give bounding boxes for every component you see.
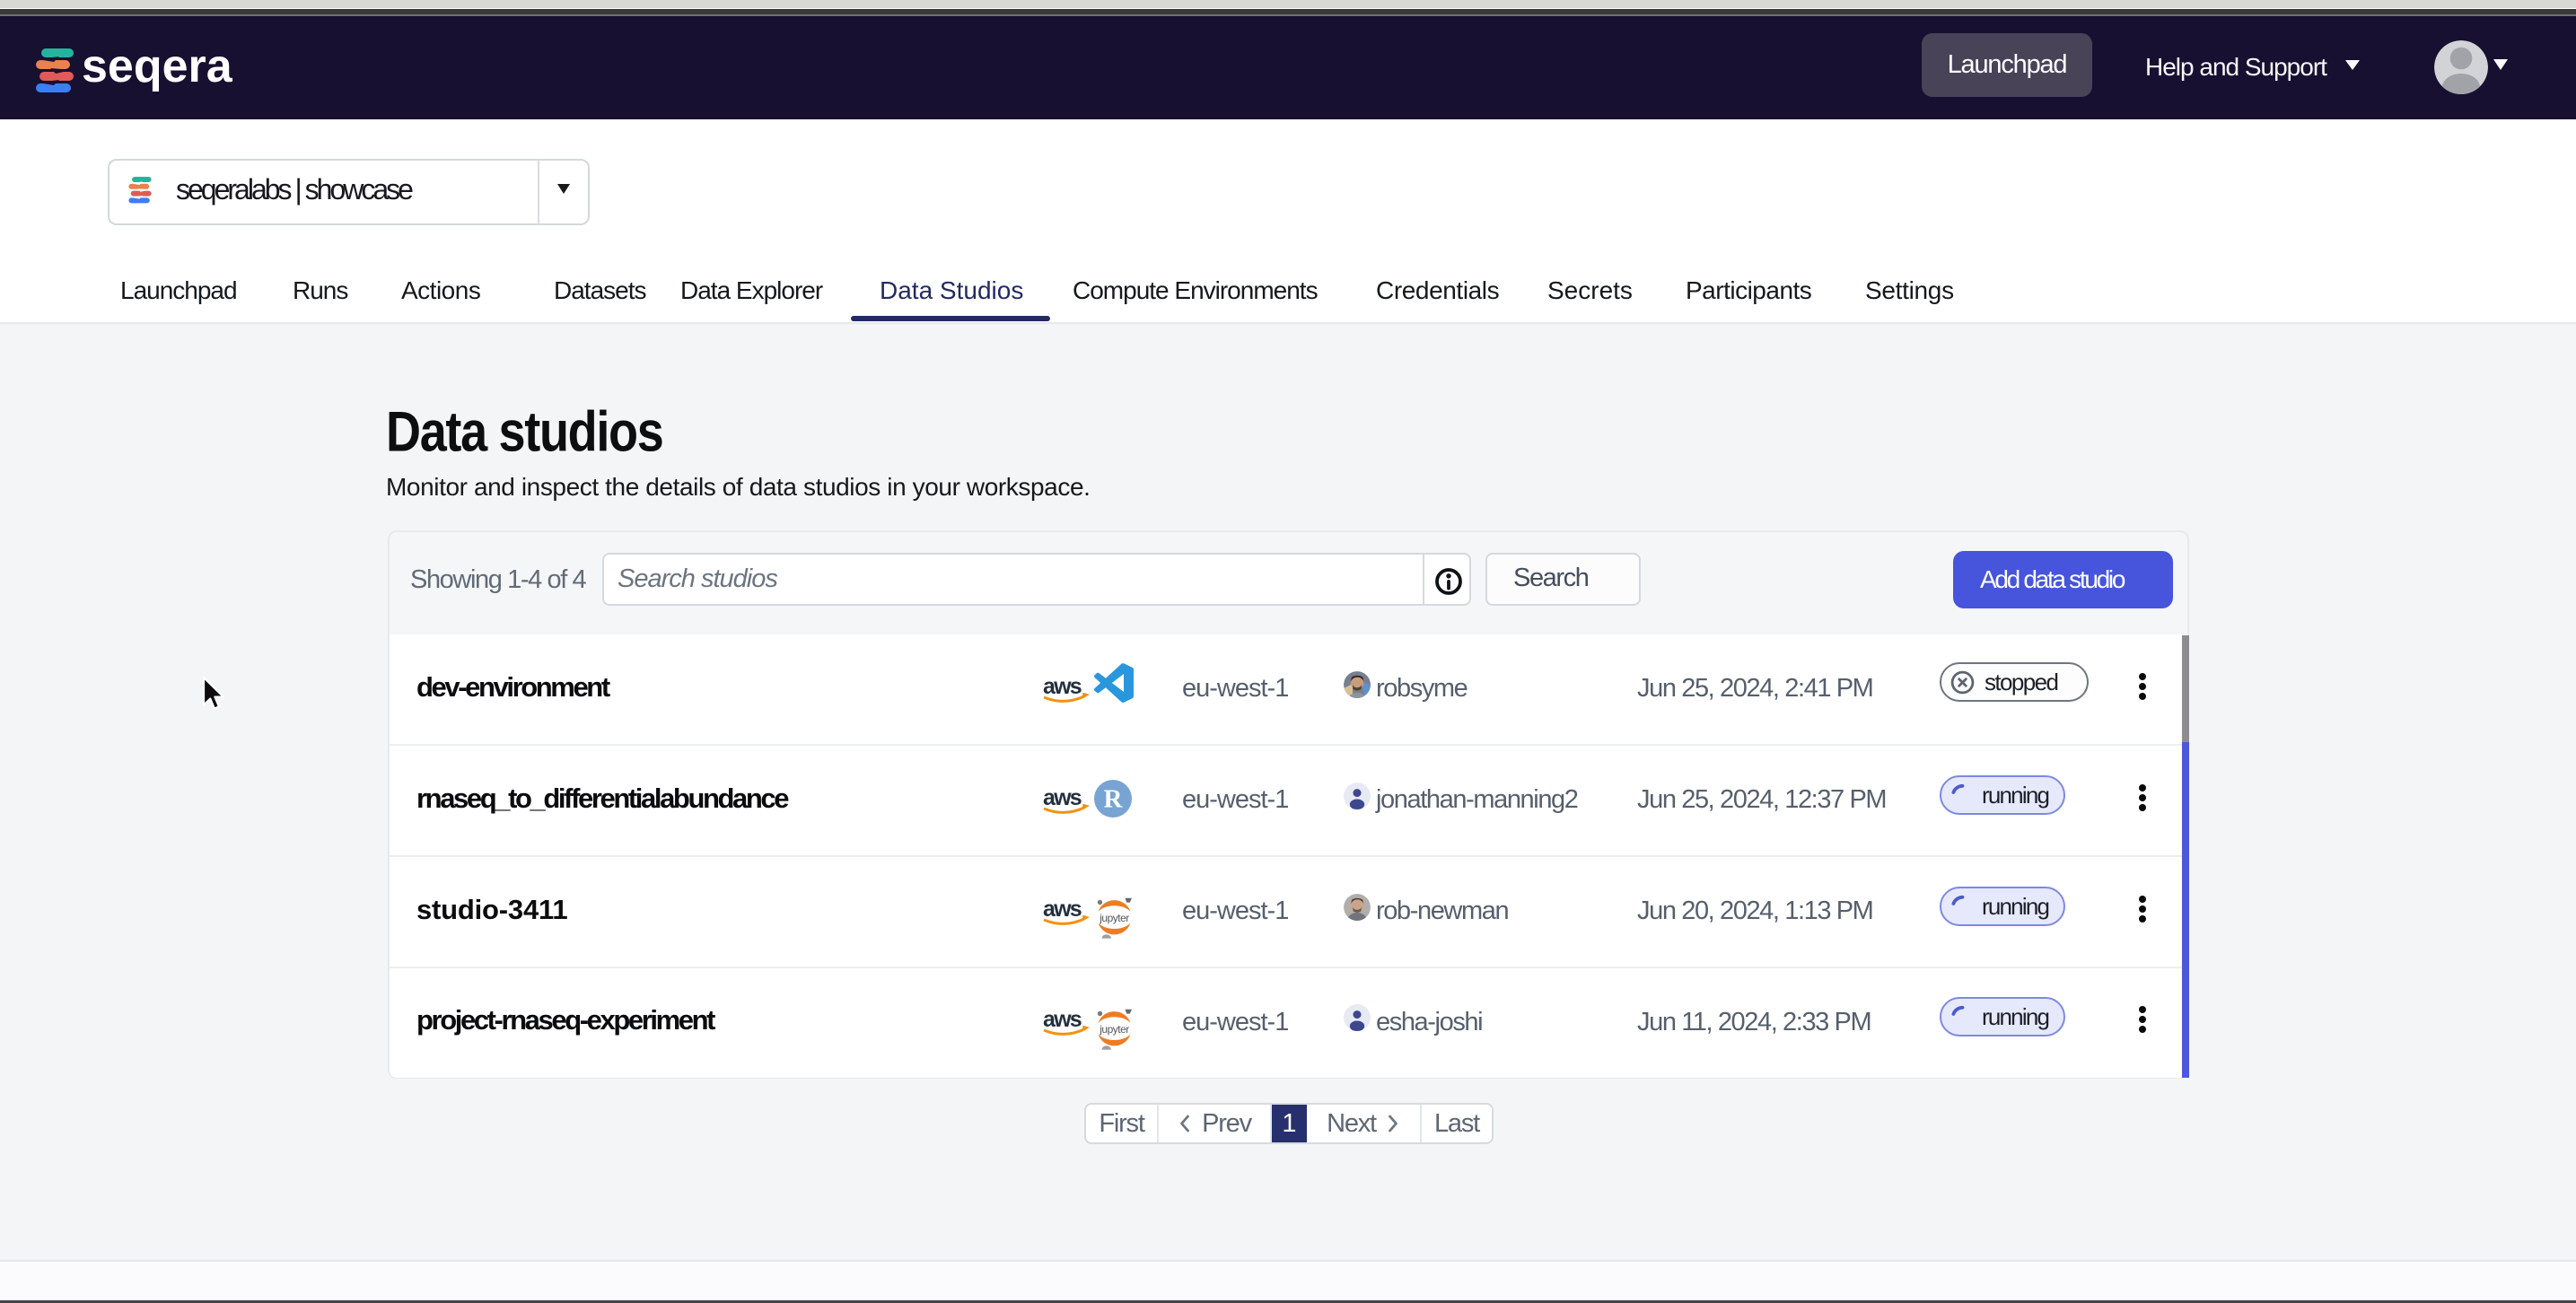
svg-text:aws: aws: [1043, 1012, 1082, 1032]
svg-text:aws: aws: [1043, 902, 1082, 922]
svg-text:R: R: [1104, 785, 1124, 814]
svg-text:aws: aws: [1043, 791, 1082, 810]
svg-text:jupyter: jupyter: [1099, 1023, 1129, 1036]
svg-text:aws: aws: [1043, 679, 1082, 699]
svg-text:jupyter: jupyter: [1099, 912, 1129, 924]
